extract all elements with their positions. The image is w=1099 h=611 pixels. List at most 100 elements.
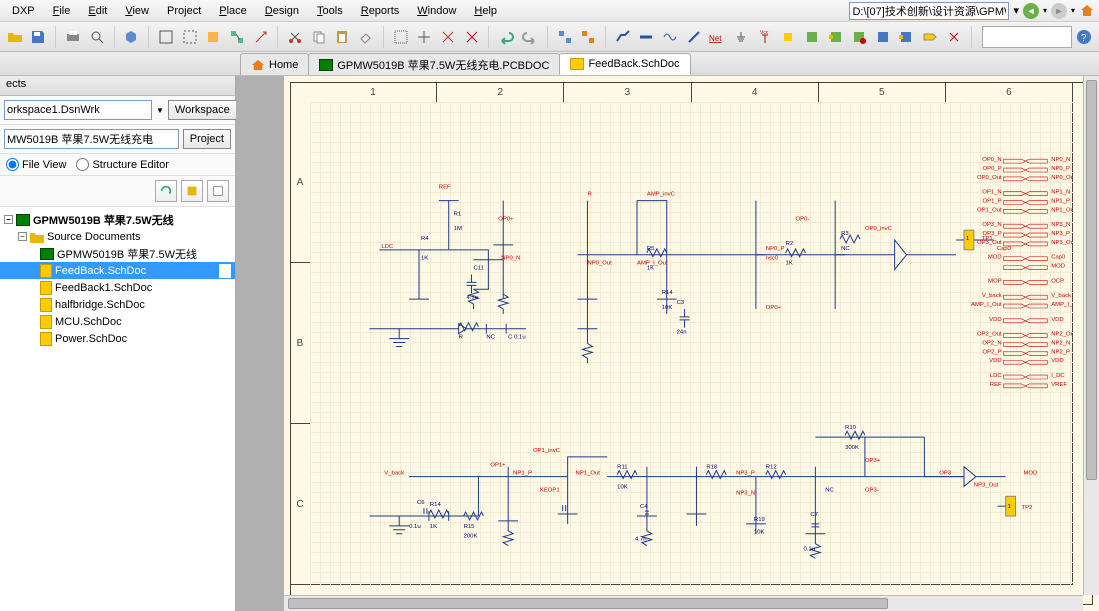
menu-design[interactable]: Design <box>257 3 307 19</box>
hier-down-button[interactable] <box>577 26 599 48</box>
svg-text:C11: C11 <box>474 266 484 272</box>
structure-editor-radio[interactable]: Structure Editor <box>76 158 168 171</box>
wire-button[interactable] <box>612 26 634 48</box>
help-button[interactable]: ? <box>1074 26 1096 48</box>
device-sheet-button[interactable] <box>848 26 870 48</box>
menu-project[interactable]: Project <box>159 3 209 19</box>
redo-button[interactable] <box>519 26 541 48</box>
preview-button[interactable] <box>86 26 108 48</box>
path-input[interactable] <box>849 2 1009 20</box>
file-view-radio[interactable]: File View <box>6 158 66 171</box>
tree-item[interactable]: Power.SchDoc <box>0 330 235 347</box>
records-button[interactable] <box>181 180 203 202</box>
ruler-cell: 2 <box>437 82 564 102</box>
tab-pcbdoc[interactable]: GPMW5019B 苹果7.5W无线充电.PCBDOC <box>308 53 560 75</box>
bus-entry-button[interactable] <box>683 26 705 48</box>
svg-text:R1: R1 <box>454 211 462 217</box>
project-button[interactable]: Project <box>183 129 231 149</box>
toolbar-combo[interactable] <box>982 26 1072 48</box>
svg-text:Vcc: Vcc <box>760 30 769 36</box>
sheet-entry-button[interactable] <box>825 26 847 48</box>
hierarchy-button[interactable] <box>226 26 248 48</box>
3d-button[interactable] <box>121 26 143 48</box>
rubber-button[interactable] <box>355 26 377 48</box>
nav-fwd-icon[interactable]: ► <box>1051 3 1067 19</box>
options-button[interactable] <box>207 180 229 202</box>
part-button[interactable] <box>777 26 799 48</box>
signal-button[interactable] <box>659 26 681 48</box>
svg-text:R10: R10 <box>845 425 857 431</box>
workspace-combo[interactable] <box>4 100 152 120</box>
collapse-icon[interactable]: − <box>18 232 27 241</box>
menu-view[interactable]: View <box>117 3 157 19</box>
svg-text:R: R <box>459 335 463 341</box>
zoom-fit-button[interactable] <box>155 26 177 48</box>
tab-schdoc[interactable]: FeedBack.SchDoc <box>559 53 690 75</box>
svg-text:VREF: VREF <box>1051 382 1067 388</box>
tree-item[interactable]: halfbridge.SchDoc <box>0 296 235 313</box>
scrollbar-vertical[interactable] <box>1083 76 1099 595</box>
harness-button[interactable] <box>872 26 894 48</box>
noeric-button[interactable] <box>943 26 965 48</box>
gnd-button[interactable] <box>730 26 752 48</box>
open-button[interactable] <box>4 26 26 48</box>
netlabel-button[interactable]: Net <box>707 26 729 48</box>
select-button[interactable] <box>390 26 412 48</box>
nav-back-icon[interactable]: ◄ <box>1023 3 1039 19</box>
hier-up-button[interactable] <box>554 26 576 48</box>
save-button[interactable] <box>28 26 50 48</box>
port-button[interactable] <box>919 26 941 48</box>
tree-source-docs[interactable]: − Source Documents <box>0 228 235 245</box>
svg-text:OP1_P: OP1_P <box>983 199 1002 205</box>
tree-item[interactable]: GPMW5019B 苹果7.5W无线 <box>0 245 235 262</box>
schematic-drawing: REF LDC OP0+ NP0_N R AMP_invC NP0_Out AM… <box>310 102 1073 585</box>
svg-text:OP3_N: OP3_N <box>982 222 1001 228</box>
collapse-icon[interactable]: − <box>4 215 13 224</box>
svg-text:NP1_P: NP1_P <box>1051 199 1070 205</box>
harness-entry-button[interactable] <box>896 26 918 48</box>
svg-text:1K: 1K <box>421 256 428 262</box>
zoom-sel-button[interactable] <box>202 26 224 48</box>
print-button[interactable] <box>62 26 84 48</box>
refresh-button[interactable] <box>155 180 177 202</box>
svg-text:1M: 1M <box>454 226 462 232</box>
copy-button[interactable] <box>308 26 330 48</box>
menu-edit[interactable]: Edit <box>80 3 115 19</box>
svg-text:C4: C4 <box>640 504 648 510</box>
schematic-canvas[interactable]: 1 2 3 4 5 6 A B C <box>284 76 1099 611</box>
deselect-button[interactable] <box>437 26 459 48</box>
bus-button[interactable] <box>636 26 658 48</box>
vcc-button[interactable]: Vcc <box>754 26 776 48</box>
cross-probe-button[interactable] <box>250 26 272 48</box>
tab-home[interactable]: Home <box>240 53 309 75</box>
clear-button[interactable] <box>461 26 483 48</box>
move-button[interactable] <box>414 26 436 48</box>
paste-button[interactable] <box>332 26 354 48</box>
sheet-symbol-button[interactable] <box>801 26 823 48</box>
pcb-icon <box>319 59 333 71</box>
menu-window[interactable]: Window <box>409 3 464 19</box>
undo-button[interactable] <box>495 26 517 48</box>
menu-file[interactable]: File <box>45 3 79 19</box>
svg-text:NP3_N: NP3_N <box>736 490 755 496</box>
project-tree[interactable]: − GPMW5019B 苹果7.5W无线 − Source Documents … <box>0 207 235 611</box>
svg-text:1: 1 <box>966 236 969 242</box>
tree-item[interactable]: FeedBack1.SchDoc <box>0 279 235 296</box>
svg-text:NP0_N: NP0_N <box>1051 157 1070 163</box>
tree-label: GPMW5019B 苹果7.5W无线 <box>33 212 174 228</box>
menu-tools[interactable]: Tools <box>309 3 351 19</box>
menu-dxp[interactable]: DXP <box>4 3 43 19</box>
scrollbar-horizontal[interactable] <box>284 595 1083 611</box>
menu-help[interactable]: Help <box>466 3 505 19</box>
tree-item-selected[interactable]: FeedBack.SchDoc <box>0 262 235 279</box>
tree-item[interactable]: MCU.SchDoc <box>0 313 235 330</box>
menu-reports[interactable]: Reports <box>353 3 408 19</box>
zoom-area-button[interactable] <box>179 26 201 48</box>
svg-text:VDD: VDD <box>989 317 1002 323</box>
workspace-button[interactable]: Workspace <box>168 100 237 120</box>
cut-button[interactable] <box>284 26 306 48</box>
home-icon[interactable] <box>1079 3 1095 19</box>
tree-root[interactable]: − GPMW5019B 苹果7.5W无线 <box>0 211 235 228</box>
project-combo[interactable] <box>4 129 179 149</box>
menu-place[interactable]: Place <box>211 3 255 19</box>
